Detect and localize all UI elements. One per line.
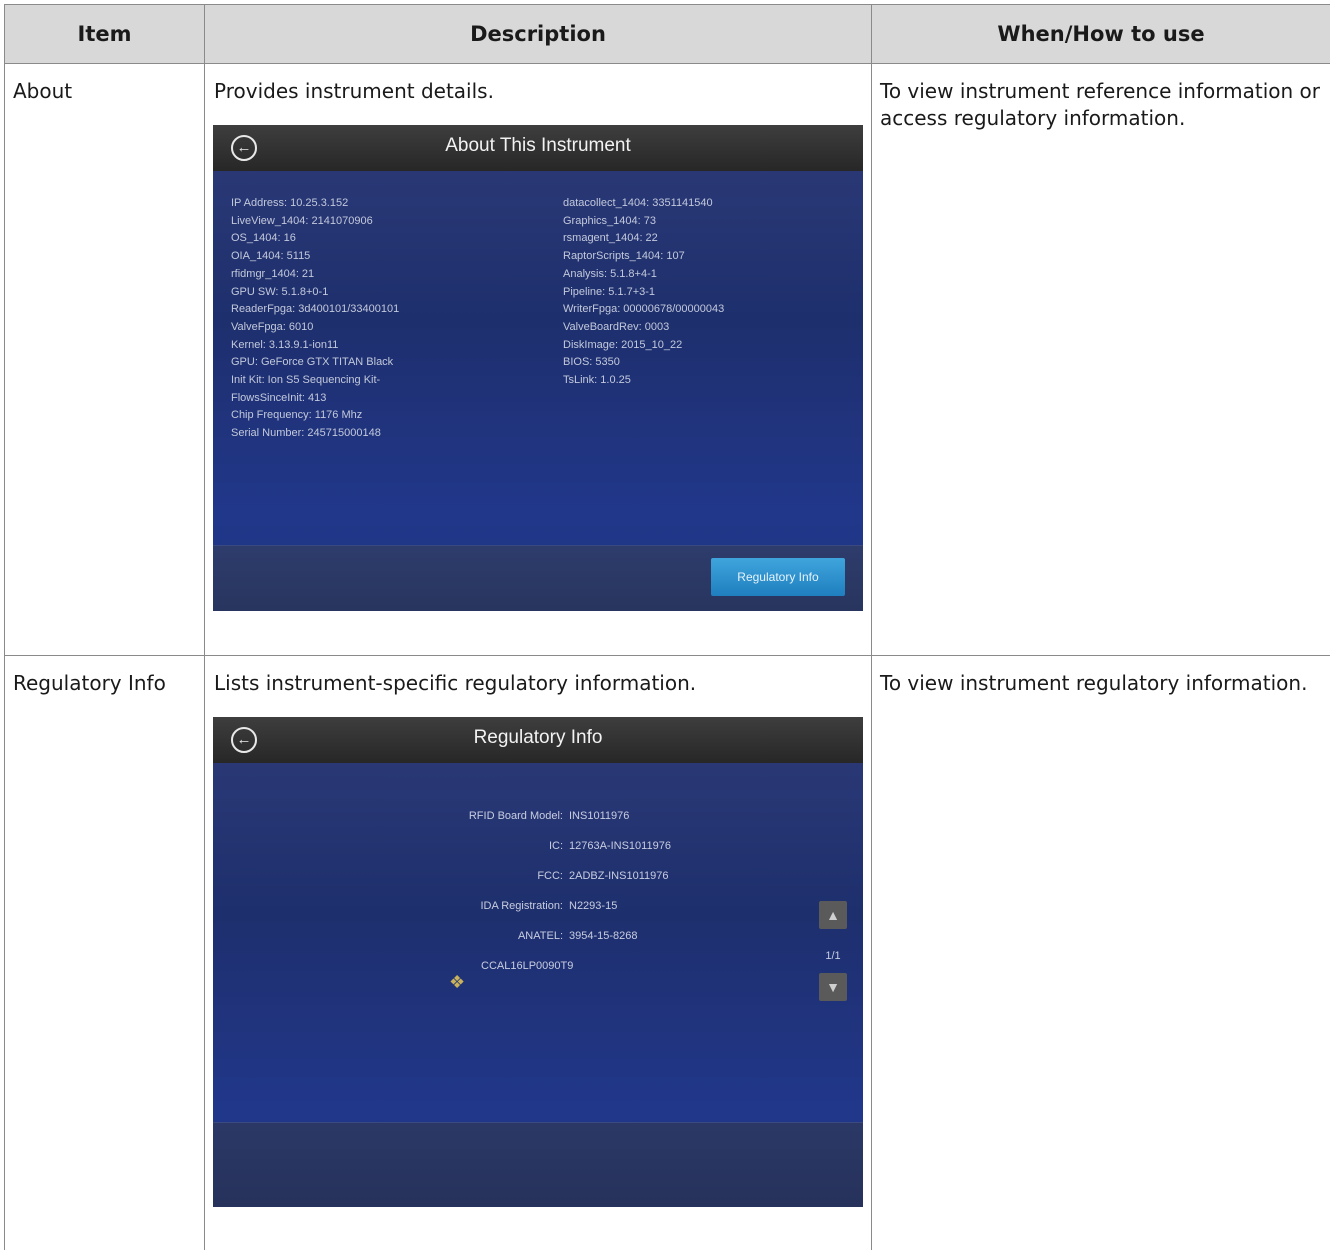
- about-right-column: datacollect_1404: 3351141540Graphics_140…: [563, 195, 724, 390]
- info-line: DiskImage: 2015_10_22: [563, 337, 724, 355]
- info-line: WriterFpga: 00000678/00000043: [563, 301, 724, 319]
- usage-cell: To view instrument reference information…: [872, 64, 1330, 656]
- info-line: Pipeline: 5.1.7+3-1: [563, 284, 724, 302]
- regulatory-entry: IC: 12763A-INS1011976: [408, 831, 671, 861]
- back-arrow-icon[interactable]: ←: [231, 135, 257, 161]
- item-cell: Regulatory Info: [5, 656, 205, 1250]
- back-arrow-icon[interactable]: ←: [231, 727, 257, 753]
- usage-cell: To view instrument regulatory informatio…: [872, 656, 1330, 1250]
- info-line: rsmagent_1404: 22: [563, 230, 724, 248]
- info-line: ValveFpga: 6010: [231, 319, 399, 337]
- info-line: Serial Number: 245715000148: [231, 425, 399, 443]
- reference-table: Item Description When/How to use About P…: [4, 4, 1330, 1250]
- info-line: Chip Frequency: 1176 Mhz: [231, 407, 399, 425]
- regulatory-entry: RFID Board Model: INS1011976: [408, 801, 629, 831]
- regulatory-label: ANATEL:: [408, 921, 563, 951]
- info-line: BIOS: 5350: [563, 354, 724, 372]
- regulatory-value: N2293-15: [569, 900, 617, 912]
- header-item: Item: [5, 5, 205, 64]
- header-usage: When/How to use: [872, 5, 1330, 64]
- info-line: OS_1404: 16: [231, 230, 399, 248]
- chevron-down-icon[interactable]: ▼: [819, 973, 847, 1001]
- description-cell: Lists instrument-specific regulatory inf…: [205, 656, 872, 1250]
- rcm-logo-icon: ❖: [449, 971, 469, 993]
- info-line: ValveBoardRev: 0003: [563, 319, 724, 337]
- info-line: LiveView_1404: 2141070906: [231, 213, 399, 231]
- info-line: Graphics_1404: 73: [563, 213, 724, 231]
- table-row: Regulatory Info Lists instrument-specifi…: [5, 656, 1330, 1250]
- usage-about: To view instrument reference information…: [872, 64, 1330, 132]
- about-title: About This Instrument: [445, 125, 631, 167]
- regulatory-label: RFID Board Model:: [408, 801, 563, 831]
- regulatory-label: FCC:: [408, 861, 563, 891]
- regulatory-label: IC:: [408, 831, 563, 861]
- info-line: ReaderFpga: 3d400101/33400101: [231, 301, 399, 319]
- regulatory-label: IDA Registration:: [408, 891, 563, 921]
- ca-code: CCAL16LP0090T9: [481, 951, 573, 981]
- usage-regulatory-info: To view instrument regulatory informatio…: [872, 656, 1330, 697]
- info-line: RaptorScripts_1404: 107: [563, 248, 724, 266]
- header-description: Description: [205, 5, 872, 64]
- info-line: IP Address: 10.25.3.152: [231, 195, 399, 213]
- table-header-row: Item Description When/How to use: [5, 5, 1330, 64]
- info-line: Init Kit: Ion S5 Sequencing Kit-: [231, 372, 399, 390]
- description-regulatory-info: Lists instrument-specific regulatory inf…: [205, 656, 871, 697]
- regulatory-screen-image: ← Regulatory Info RFID Board Model: INS10…: [213, 717, 863, 1207]
- regulatory-entry: IDA Registration: N2293-15: [408, 891, 617, 921]
- regulatory-info-button[interactable]: Regulatory Info: [711, 558, 845, 596]
- item-cell: About: [5, 64, 205, 656]
- info-line: FlowsSinceInit: 413: [231, 390, 399, 408]
- regulatory-entry: FCC: 2ADBZ-INS1011976: [408, 861, 668, 891]
- regulatory-value: 2ADBZ-INS1011976: [569, 870, 668, 882]
- regulatory-bottombar: [213, 1122, 863, 1207]
- info-line: GPU: GeForce GTX TITAN Black: [231, 354, 399, 372]
- regulatory-topbar: ← Regulatory Info: [213, 717, 863, 763]
- regulatory-value: 12763A-INS1011976: [569, 840, 671, 852]
- info-line: Analysis: 5.1.8+4-1: [563, 266, 724, 284]
- info-line: OIA_1404: 5115: [231, 248, 399, 266]
- item-about: About: [5, 64, 204, 105]
- info-line: TsLink: 1.0.25: [563, 372, 724, 390]
- regulatory-value: INS1011976: [569, 810, 629, 822]
- chevron-up-icon[interactable]: ▲: [819, 901, 847, 929]
- item-regulatory-info: Regulatory Info: [5, 656, 204, 697]
- about-left-column: IP Address: 10.25.3.152LiveView_1404: 21…: [231, 195, 399, 443]
- regulatory-entry: ANATEL: 3954-15-8268: [408, 921, 638, 951]
- page-indicator: 1/1: [819, 943, 847, 970]
- info-line: rfidmgr_1404: 21: [231, 266, 399, 284]
- info-line: GPU SW: 5.1.8+0-1: [231, 284, 399, 302]
- regulatory-title: Regulatory Info: [474, 717, 603, 759]
- table-row: About Provides instrument details. ← Abo…: [5, 64, 1330, 656]
- about-bottombar: Regulatory Info: [213, 545, 863, 611]
- about-topbar: ← About This Instrument: [213, 125, 863, 171]
- about-screen-image: ← About This Instrument IP Address: 10.2…: [213, 125, 863, 611]
- info-line: datacollect_1404: 3351141540: [563, 195, 724, 213]
- info-line: Kernel: 3.13.9.1-ion11: [231, 337, 399, 355]
- description-cell: Provides instrument details. ← About Thi…: [205, 64, 872, 656]
- description-about: Provides instrument details.: [205, 64, 871, 105]
- regulatory-value: 3954-15-8268: [569, 930, 638, 942]
